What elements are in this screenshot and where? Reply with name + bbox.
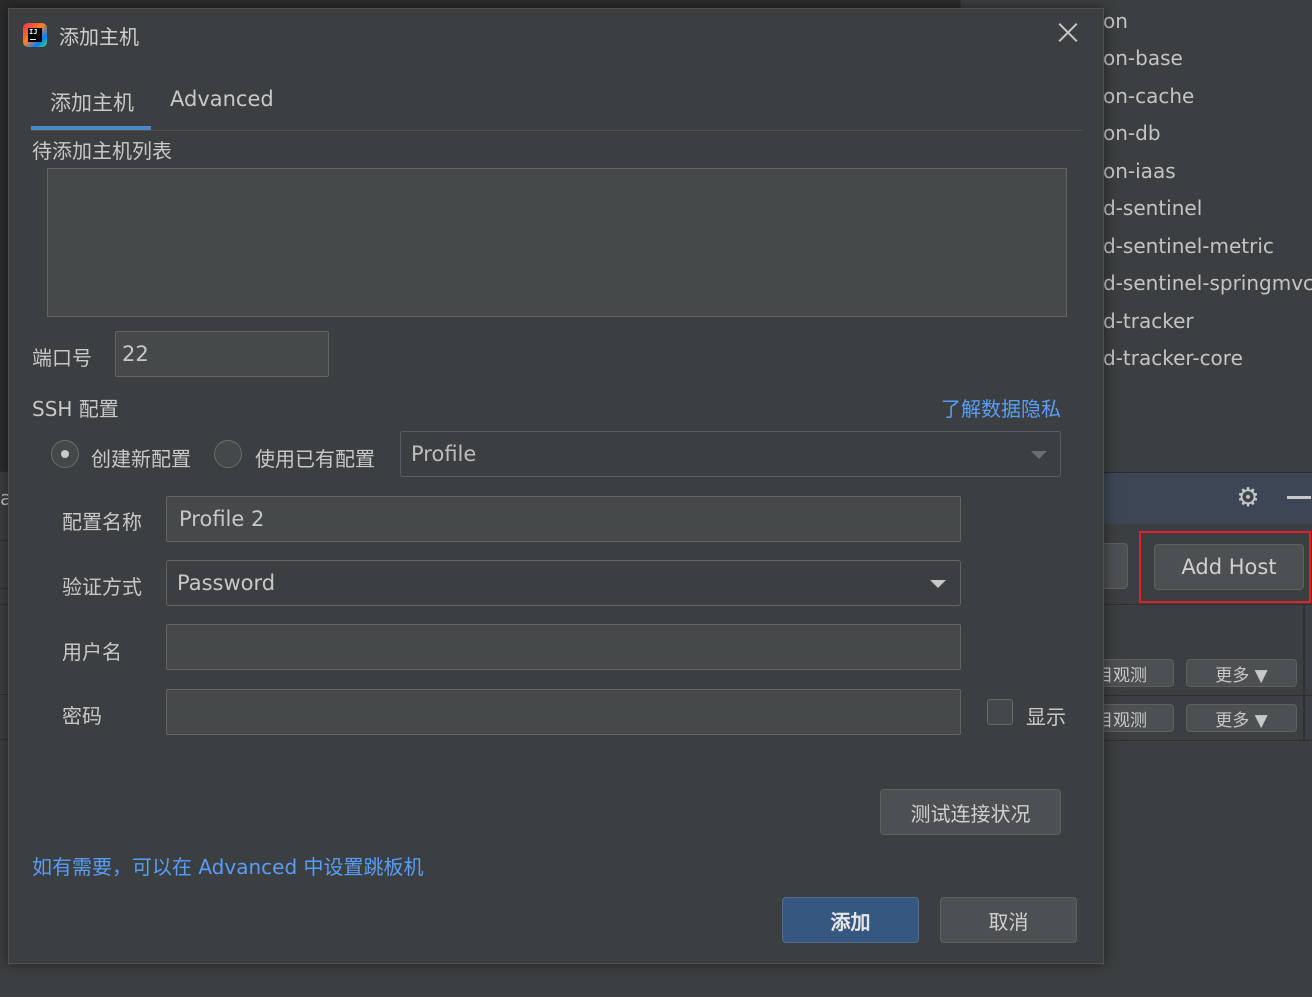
host-list-textarea[interactable] [47, 168, 1067, 317]
ssh-config-label: SSH 配置 [32, 397, 119, 421]
tree-item[interactable]: d-sentinel-metric [1103, 234, 1274, 258]
radio-new-config-label[interactable]: 创建新配置 [91, 443, 191, 472]
username-input[interactable] [166, 624, 961, 670]
tab-add-host[interactable]: 添加主机 [50, 87, 134, 117]
status-area [0, 963, 1312, 997]
radio-existing-config[interactable] [214, 440, 242, 468]
close-icon[interactable] [1055, 19, 1081, 45]
auth-method-value: Password [177, 571, 276, 595]
tab-advanced[interactable]: Advanced [170, 87, 274, 111]
row-divider [1100, 604, 1312, 605]
tree-item[interactable]: d-sentinel [1103, 196, 1202, 220]
chevron-down-icon [930, 580, 946, 588]
tree-item[interactable]: on-db [1103, 121, 1161, 145]
toolbar-button[interactable] [1100, 543, 1128, 589]
cancel-button[interactable]: 取消 [940, 897, 1077, 943]
tree-item[interactable]: d-sentinel-springmvc [1103, 271, 1312, 295]
test-connection-button[interactable]: 测试连接状况 [880, 789, 1061, 835]
tree-item[interactable]: on-iaas [1103, 159, 1176, 183]
tab-separator [31, 130, 1083, 131]
gear-icon[interactable]: ⚙ [1234, 484, 1262, 512]
tree-item[interactable]: d-tracker [1103, 309, 1194, 333]
dialog-title: 添加主机 [59, 25, 139, 49]
radio-new-config[interactable] [51, 440, 79, 468]
auth-method-label: 验证方式 [62, 575, 142, 599]
jump-host-hint-link[interactable]: 如有需要，可以在 Advanced 中设置跳板机 [32, 851, 424, 880]
password-label: 密码 [62, 704, 102, 728]
observe-button[interactable]: 目观测 [1095, 704, 1174, 732]
port-label: 端口号 [32, 346, 92, 370]
port-input[interactable]: 22 [115, 331, 329, 377]
config-name-input[interactable]: Profile 2 [166, 496, 961, 542]
profile-select-value: Profile [411, 442, 477, 466]
row-divider [1100, 695, 1312, 696]
host-list-label: 待添加主机列表 [32, 139, 172, 163]
password-input[interactable] [166, 689, 961, 735]
profile-select[interactable]: Profile [400, 431, 1061, 477]
show-password-checkbox[interactable] [987, 699, 1013, 725]
tree-item[interactable]: d-tracker-core [1103, 346, 1243, 370]
highlight-box [1139, 531, 1311, 603]
chevron-down-icon [1031, 451, 1047, 459]
observe-button[interactable]: 目观测 [1095, 659, 1174, 687]
radio-existing-config-label[interactable]: 使用已有配置 [255, 443, 375, 472]
username-label: 用户名 [62, 640, 122, 664]
more-button[interactable]: 更多 ▼ [1186, 659, 1297, 687]
privacy-link[interactable]: 了解数据隐私 [941, 393, 1061, 422]
tree-item[interactable]: on [1103, 9, 1128, 33]
add-host-dialog: IJ 添加主机 添加主机 Advanced 待添加主机列表 端口号 22 SSH… [8, 8, 1104, 964]
add-button[interactable]: 添加 [782, 897, 919, 943]
tree-item[interactable]: on-cache [1103, 84, 1194, 108]
auth-method-select[interactable]: Password [166, 560, 961, 606]
minimize-icon[interactable] [1287, 496, 1311, 499]
panel-divider [1303, 604, 1305, 740]
intellij-icon: IJ [23, 23, 47, 47]
more-button[interactable]: 更多 ▼ [1186, 704, 1297, 732]
config-name-label: 配置名称 [62, 510, 142, 534]
row-divider [1100, 740, 1312, 741]
show-password-label[interactable]: 显示 [1026, 701, 1066, 730]
tree-item[interactable]: on-base [1103, 46, 1183, 70]
